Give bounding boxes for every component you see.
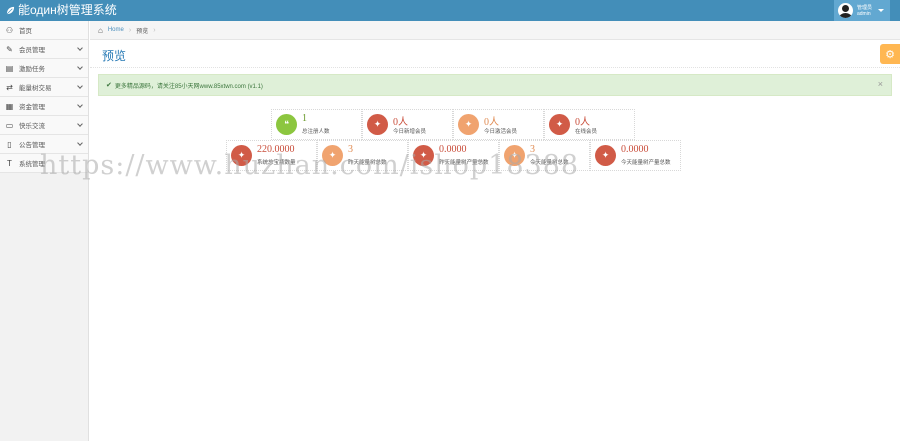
infobox: ✦ 220.0000 系统总宝瓶数量 bbox=[226, 140, 317, 171]
chevron-down-icon bbox=[77, 102, 83, 108]
page-title: 预览 bbox=[102, 49, 127, 63]
sidebar-item-5[interactable]: ▭ 快乐交流 bbox=[0, 116, 88, 135]
top-navbar: 能один树管理系统 管理员 admin bbox=[0, 0, 900, 21]
dashboard-icon: ⚇ bbox=[5, 25, 14, 35]
sidebar-item-label: 能量树交易 bbox=[19, 85, 52, 92]
stats-row-1: ❝ 1 总注册人数 ✦ 0人 今日新增会员 ✦ 0人 今日激活会员 ✦ 0人 在线会员 bbox=[271, 109, 635, 140]
chevron-down-icon bbox=[77, 140, 83, 146]
infobox: ❝ 1 总注册人数 bbox=[271, 109, 362, 140]
file-icon: ▯ bbox=[7, 139, 12, 149]
infobox-label: 今天能量树总数 bbox=[530, 160, 569, 166]
comments-icon: ❝ bbox=[276, 114, 297, 135]
gear-icon: ⚙ bbox=[885, 48, 895, 61]
infobox: ✦ 0.0000 今天能量树产量总数 bbox=[590, 140, 681, 171]
shuffle-icon: ⇄ bbox=[6, 82, 13, 92]
sidebar-item-label: 系统管理 bbox=[19, 161, 45, 168]
sidebar-item-label: 激励任务 bbox=[19, 66, 45, 73]
twitter-icon: ✦ bbox=[367, 114, 388, 135]
infobox: ✦ 0人 今日激活会员 bbox=[453, 109, 544, 140]
twitter-icon: ✦ bbox=[458, 114, 479, 135]
user-name: admin bbox=[857, 10, 871, 17]
settings-button[interactable]: ⚙ bbox=[880, 44, 900, 64]
sidebar-item-label: 资金管理 bbox=[19, 104, 45, 111]
edit-icon: ✎ bbox=[6, 44, 13, 54]
breadcrumb-current: 预览 bbox=[136, 28, 149, 35]
sidebar-item-3[interactable]: ⇄ 能量树交易 bbox=[0, 78, 88, 97]
sidebar-item-7[interactable]: T 系统管理 bbox=[0, 154, 88, 173]
infobox-label: 总注册人数 bbox=[302, 129, 330, 135]
alert-text: 更多精品源码，请关注85小天网www.85xtwn.com (v1.1) bbox=[114, 83, 263, 90]
infobox-value: 220.0000 bbox=[257, 144, 295, 155]
infobox: ✦ 0人 今日新增会员 bbox=[362, 109, 453, 140]
card-icon: ▭ bbox=[5, 120, 14, 130]
infobox-label: 昨天能量树总数 bbox=[348, 160, 387, 166]
twitter-icon: ✦ bbox=[413, 145, 434, 166]
page-header: 预览 ⚙ bbox=[90, 40, 900, 68]
infobox-label: 系统总宝瓶数量 bbox=[257, 160, 296, 166]
twitter-icon: ✦ bbox=[504, 145, 525, 166]
sidebar-item-6[interactable]: ▯ 公告管理 bbox=[0, 135, 88, 154]
chevron-down-icon bbox=[77, 45, 83, 51]
sidebar-item-label: 公告管理 bbox=[19, 142, 45, 149]
sidebar-item-label: 会员管理 bbox=[19, 47, 45, 54]
infobox-label: 在线会员 bbox=[575, 129, 598, 135]
stats-row-2: ✦ 220.0000 系统总宝瓶数量 ✦ 3 昨天能量树总数 ✦ 0.0000 昨天能量树产量总… bbox=[226, 140, 681, 171]
twitter-icon: ✦ bbox=[595, 145, 616, 166]
breadcrumb-home[interactable]: Home bbox=[108, 27, 124, 33]
infobox-label: 昨天能量树产量总数 bbox=[439, 160, 489, 166]
chevron-right-icon: › bbox=[128, 26, 132, 34]
close-icon[interactable]: × bbox=[878, 79, 883, 89]
chevron-down-icon bbox=[77, 83, 83, 89]
sidebar: ⚇ 首页 ✎ 会员管理 ▤ 激励任务 ⇄ 能量树交易 ▦ 资金管理 ▭ 快乐交流 ▯ 公告管理 T 系统管理 bbox=[0, 21, 89, 441]
home-icon: ⌂ bbox=[98, 25, 103, 35]
infobox: ✦ 3 昨天能量树总数 bbox=[317, 140, 408, 171]
caret-down-icon bbox=[878, 9, 885, 12]
infobox-value: 0人 bbox=[484, 117, 499, 128]
infobox: ✦ 3 今天能量树总数 bbox=[499, 140, 590, 171]
sidebar-item-label: 快乐交流 bbox=[19, 123, 45, 130]
sidebar-item-1[interactable]: ✎ 会员管理 bbox=[0, 40, 88, 59]
calendar-icon: ▦ bbox=[5, 101, 14, 111]
infobox-value: 0人 bbox=[393, 117, 408, 128]
infobox-value: 3 bbox=[348, 144, 353, 155]
user-menu[interactable]: 管理员 admin bbox=[834, 0, 890, 21]
infobox-value: 1 bbox=[302, 113, 307, 124]
twitter-icon: ✦ bbox=[231, 145, 252, 166]
sidebar-item-label: 首页 bbox=[19, 28, 32, 35]
sidebar-item-4[interactable]: ▦ 资金管理 bbox=[0, 97, 88, 116]
leaf-icon bbox=[6, 6, 15, 15]
chevron-down-icon bbox=[77, 64, 83, 70]
infobox-label: 今日新增会员 bbox=[393, 129, 427, 135]
sidebar-item-2[interactable]: ▤ 激励任务 bbox=[0, 59, 88, 78]
infobox-value: 0.0000 bbox=[439, 144, 467, 155]
chevron-down-icon bbox=[77, 121, 83, 127]
twitter-icon: ✦ bbox=[322, 145, 343, 166]
app-title: 能один树管理系统 bbox=[18, 3, 117, 17]
infobox: ✦ 0人 在线会员 bbox=[544, 109, 635, 140]
infobox-value: 0人 bbox=[575, 117, 590, 128]
check-icon: ✔ bbox=[106, 82, 112, 89]
infobox-value: 0.0000 bbox=[621, 144, 649, 155]
twitter-icon: ✦ bbox=[549, 114, 570, 135]
breadcrumb: ⌂ Home › 预览 › bbox=[90, 21, 900, 40]
infobox: ✦ 0.0000 昨天能量树产量总数 bbox=[408, 140, 499, 171]
infobox-label: 今日激活会员 bbox=[484, 129, 518, 135]
text-icon: T bbox=[7, 158, 12, 168]
info-alert: ✔ 更多精品源码，请关注85小天网www.85xtwn.com (v1.1) × bbox=[98, 74, 892, 96]
infobox-label: 今天能量树产量总数 bbox=[621, 160, 671, 166]
list-icon: ▤ bbox=[5, 63, 14, 73]
sidebar-item-0[interactable]: ⚇ 首页 bbox=[0, 21, 88, 40]
brand[interactable]: 能один树管理系统 bbox=[6, 3, 117, 18]
infobox-value: 3 bbox=[530, 144, 535, 155]
chevron-right-icon: › bbox=[153, 26, 156, 34]
avatar bbox=[838, 3, 853, 18]
